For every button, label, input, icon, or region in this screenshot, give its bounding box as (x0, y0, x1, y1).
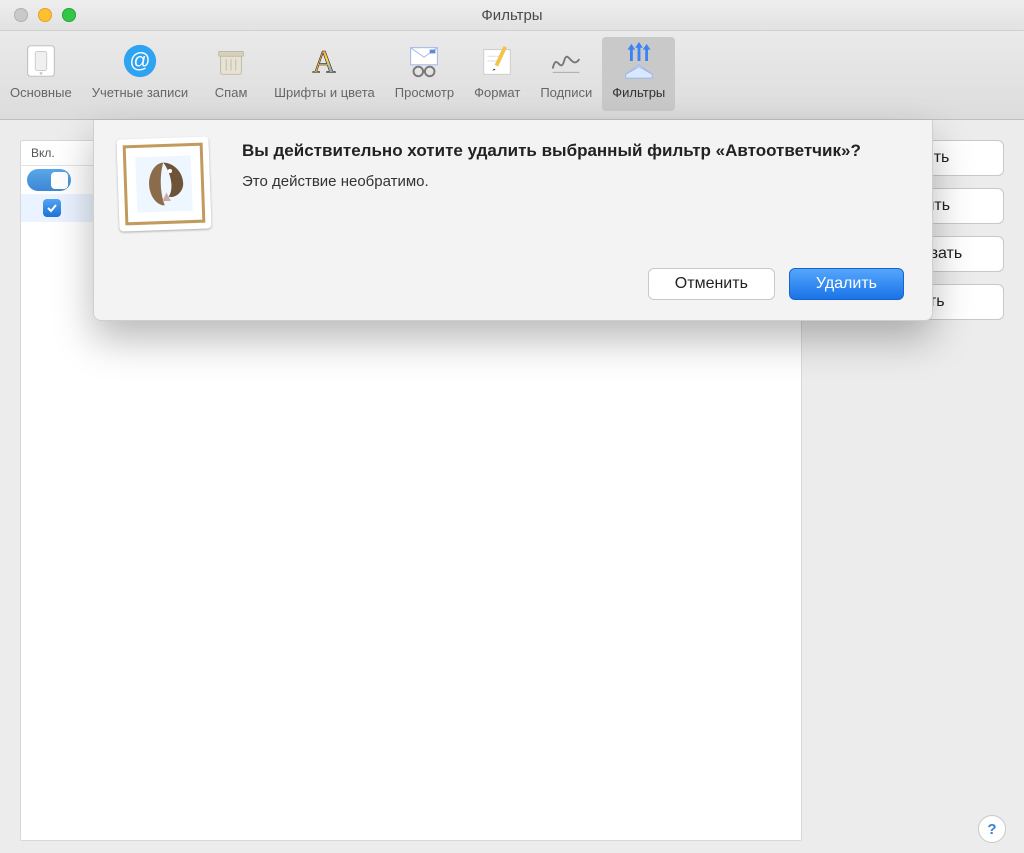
tab-label: Спам (215, 85, 248, 100)
sheet-title: Вы действительно хотите удалить выбранны… (242, 140, 904, 163)
traffic-lights (14, 8, 76, 22)
tab-label: Просмотр (395, 85, 454, 100)
close-window-button[interactable] (14, 8, 28, 22)
tab-label: Основные (10, 85, 72, 100)
content-area: Вкл. Добавить Изменить Дублировать Удали… (0, 120, 1024, 853)
tab-accounts[interactable]: @ Учетные записи (82, 37, 198, 111)
tab-label: Формат (474, 85, 520, 100)
general-icon (18, 41, 64, 81)
accounts-icon: @ (117, 41, 163, 81)
cancel-button[interactable]: Отменить (648, 268, 775, 300)
window-titlebar: Фильтры (0, 0, 1024, 31)
svg-text:A: A (313, 43, 337, 79)
sheet-body: Вы действительно хотите удалить выбранны… (234, 120, 932, 320)
tab-label: Шрифты и цвета (274, 85, 375, 100)
tab-label: Учетные записи (92, 85, 188, 100)
fonts-colors-icon: A (301, 41, 347, 81)
tab-viewing[interactable]: Просмотр (385, 37, 464, 111)
maximize-window-button[interactable] (62, 8, 76, 22)
sheet-message: Это действие необратимо. (242, 173, 904, 190)
sheet-icon (94, 120, 234, 320)
svg-text:@: @ (129, 50, 150, 73)
tab-signatures[interactable]: Подписи (530, 37, 602, 111)
rule-enable-checkbox[interactable] (43, 199, 61, 217)
column-enabled[interactable]: Вкл. (21, 141, 94, 165)
rule-enable-toggle[interactable] (27, 169, 71, 191)
viewing-icon (401, 41, 447, 81)
minimize-window-button[interactable] (38, 8, 52, 22)
tab-junk[interactable]: Спам (198, 37, 264, 111)
tab-rules[interactable]: Фильтры (602, 37, 675, 111)
toggle-knob (51, 172, 68, 189)
mail-app-icon (116, 136, 211, 231)
tab-label: Фильтры (612, 85, 665, 100)
tab-fonts-colors[interactable]: A Шрифты и цвета (264, 37, 385, 111)
confirm-delete-button[interactable]: Удалить (789, 268, 904, 300)
junk-icon (208, 41, 254, 81)
composing-icon (474, 41, 520, 81)
signatures-icon (543, 41, 589, 81)
tab-general[interactable]: Основные (0, 37, 82, 111)
sheet-actions: Отменить Удалить (242, 268, 904, 300)
window-title: Фильтры (0, 7, 1024, 24)
confirm-delete-sheet: Вы действительно хотите удалить выбранны… (93, 120, 933, 321)
help-button[interactable]: ? (978, 815, 1006, 843)
preferences-toolbar: Основные @ Учетные записи Спам A Шрифты … (0, 31, 1024, 120)
tab-composing[interactable]: Формат (464, 37, 530, 111)
rules-icon (616, 41, 662, 81)
tab-label: Подписи (540, 85, 592, 100)
